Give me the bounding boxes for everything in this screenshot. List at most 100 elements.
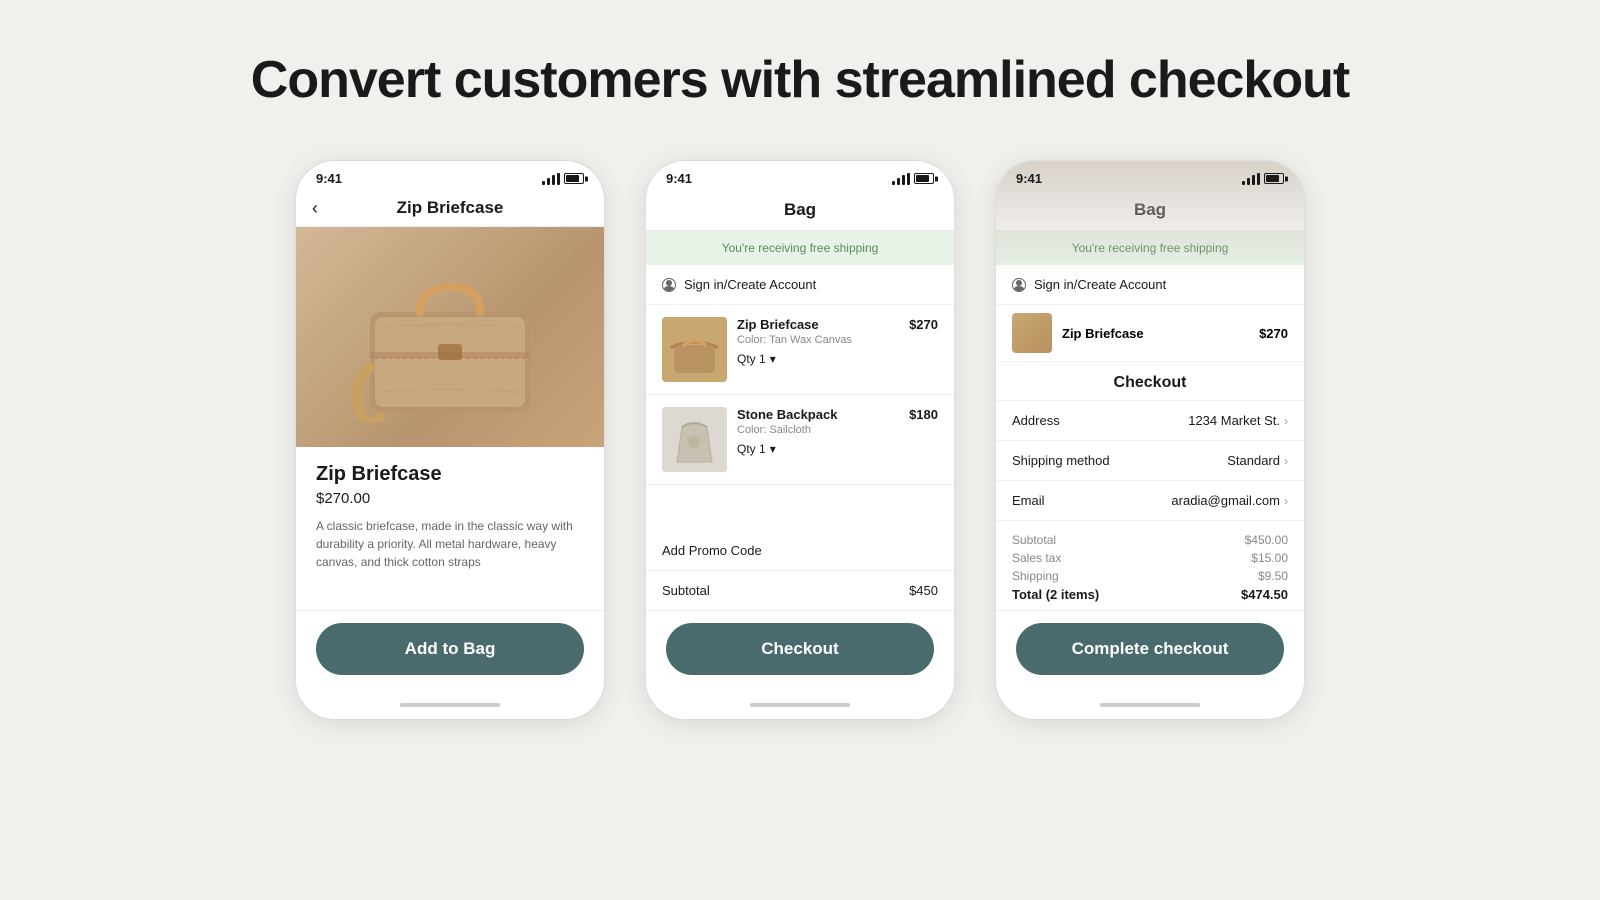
item-img-svg-1 xyxy=(662,317,727,382)
phone-button-area-3: Complete checkout xyxy=(996,610,1304,695)
item-color-2: Color: Sailcloth xyxy=(737,424,899,436)
signal-bar-4 xyxy=(557,173,560,185)
battery-icon-3 xyxy=(1264,173,1284,184)
address-row[interactable]: Address 1234 Market St. › xyxy=(996,401,1304,441)
product-name: Zip Briefcase xyxy=(316,463,584,486)
subtotal-value: $450 xyxy=(909,583,938,598)
status-bar-3: 9:41 xyxy=(996,161,1304,192)
mini-cart-item: Zip Briefcase $270 xyxy=(996,305,1304,362)
person-icon-3 xyxy=(1012,278,1026,292)
email-row[interactable]: Email aradia@gmail.com › xyxy=(996,481,1304,521)
shipping-total-value: $9.50 xyxy=(1258,569,1288,583)
battery-fill-1 xyxy=(566,175,579,182)
qty-label-1: Qty 1 xyxy=(737,352,766,366)
bag-title: Bag xyxy=(784,200,816,219)
bag-title-3: Bag xyxy=(1134,200,1166,219)
qty-row-2[interactable]: Qty 1 ▾ xyxy=(737,442,899,456)
qty-chevron-2: ▾ xyxy=(770,442,776,456)
tax-row: Sales tax $15.00 xyxy=(1012,551,1288,565)
checkout-title: Checkout xyxy=(996,362,1304,401)
phone-product-frame: 9:41 ‹ Zip Briefcase xyxy=(295,160,605,720)
status-icons-3 xyxy=(1242,173,1284,185)
cart-item-1: Zip Briefcase Color: Tan Wax Canvas Qty … xyxy=(646,305,954,395)
status-time-2: 9:41 xyxy=(666,171,692,186)
product-image xyxy=(296,227,604,447)
qty-label-2: Qty 1 xyxy=(737,442,766,456)
cart-item-img-1 xyxy=(662,317,727,382)
home-indicator-2 xyxy=(750,703,850,707)
checkout-button[interactable]: Checkout xyxy=(666,623,934,675)
free-shipping-banner-2: You're receiving free shipping xyxy=(646,231,954,265)
shipping-value: Standard › xyxy=(1227,453,1288,468)
sign-in-text-3: Sign in/Create Account xyxy=(1034,277,1166,292)
phone-button-area-2: Checkout xyxy=(646,610,954,695)
cart-item-details-2: Stone Backpack Color: Sailcloth Qty 1 ▾ xyxy=(737,407,899,456)
phones-row: 9:41 ‹ Zip Briefcase xyxy=(295,160,1305,720)
page-headline: Convert customers with streamlined check… xyxy=(251,50,1349,110)
address-label: Address xyxy=(1012,413,1060,428)
totals-section: Subtotal $450.00 Sales tax $15.00 Shippi… xyxy=(996,521,1304,610)
product-nav-title: Zip Briefcase xyxy=(397,198,504,218)
sign-in-text-2: Sign in/Create Account xyxy=(684,277,816,292)
address-value: 1234 Market St. › xyxy=(1188,413,1288,428)
bag-svg-1 xyxy=(350,252,550,422)
shipping-row[interactable]: Shipping method Standard › xyxy=(996,441,1304,481)
phone-button-area-1: Add to Bag xyxy=(296,610,604,695)
cart-item-img-2 xyxy=(662,407,727,472)
subtotal-row: Subtotal $450 xyxy=(646,571,954,610)
qty-chevron-1: ▾ xyxy=(770,352,776,366)
sign-in-row-2[interactable]: Sign in/Create Account xyxy=(646,265,954,305)
bag-header-3: Bag xyxy=(996,192,1304,231)
signal-bar-1 xyxy=(542,181,545,185)
free-shipping-text-3: You're receiving free shipping xyxy=(1072,241,1229,255)
subtotal-total-row: Subtotal $450.00 xyxy=(1012,533,1288,547)
signal-bar-2 xyxy=(547,178,550,185)
shipping-total-row: Shipping $9.50 xyxy=(1012,569,1288,583)
status-icons-1 xyxy=(542,173,584,185)
email-label: Email xyxy=(1012,493,1045,508)
cart-item-2: Stone Backpack Color: Sailcloth Qty 1 ▾ … xyxy=(646,395,954,485)
free-shipping-text-2: You're receiving free shipping xyxy=(722,241,879,255)
battery-icon-1 xyxy=(564,173,584,184)
shipping-chevron: › xyxy=(1284,454,1288,468)
promo-row[interactable]: Add Promo Code xyxy=(646,531,954,571)
back-button-1[interactable]: ‹ xyxy=(312,198,318,219)
home-indicator-3 xyxy=(1100,703,1200,707)
signal-bars-3 xyxy=(1242,173,1260,185)
item-name-2: Stone Backpack xyxy=(737,407,899,422)
email-chevron: › xyxy=(1284,494,1288,508)
phone-checkout-frame: 9:41 Bag You're xyxy=(995,160,1305,720)
signal-bars-2 xyxy=(892,173,910,185)
status-time-3: 9:41 xyxy=(1016,171,1042,186)
person-icon-2 xyxy=(662,278,676,292)
tax-label: Sales tax xyxy=(1012,551,1061,565)
product-description: A classic briefcase, made in the classic… xyxy=(316,517,584,571)
phone-checkout-wrapper: 9:41 Bag You're xyxy=(995,160,1305,720)
mini-cart-name: Zip Briefcase xyxy=(1062,326,1249,341)
phone-product-wrapper: 9:41 ‹ Zip Briefcase xyxy=(295,160,605,720)
bag-header: Bag xyxy=(646,192,954,231)
shipping-label: Shipping method xyxy=(1012,453,1110,468)
mini-cart-price: $270 xyxy=(1259,326,1288,341)
subtotal-total-label: Subtotal xyxy=(1012,533,1056,547)
checkout-section: Checkout Address 1234 Market St. › Shipp… xyxy=(996,362,1304,610)
sign-in-row-3: Sign in/Create Account xyxy=(996,265,1304,305)
address-chevron: › xyxy=(1284,414,1288,428)
item-img-svg-2 xyxy=(662,407,727,472)
qty-row-1[interactable]: Qty 1 ▾ xyxy=(737,352,899,366)
product-info: Zip Briefcase $270.00 A classic briefcas… xyxy=(296,447,604,610)
email-value: aradia@gmail.com › xyxy=(1171,493,1288,508)
subtotal-total-value: $450.00 xyxy=(1245,533,1288,547)
item-price-1: $270 xyxy=(909,317,938,332)
battery-icon-2 xyxy=(914,173,934,184)
phone-bag-frame: 9:41 Bag You're xyxy=(645,160,955,720)
status-bar-1: 9:41 xyxy=(296,161,604,192)
grand-total-value: $474.50 xyxy=(1241,587,1288,602)
cart-items: Zip Briefcase Color: Tan Wax Canvas Qty … xyxy=(646,305,954,531)
add-to-bag-button[interactable]: Add to Bag xyxy=(316,623,584,675)
complete-checkout-button[interactable]: Complete checkout xyxy=(1016,623,1284,675)
home-indicator-1 xyxy=(400,703,500,707)
status-time-1: 9:41 xyxy=(316,171,342,186)
grand-total-label: Total (2 items) xyxy=(1012,587,1099,602)
item-color-1: Color: Tan Wax Canvas xyxy=(737,334,899,346)
